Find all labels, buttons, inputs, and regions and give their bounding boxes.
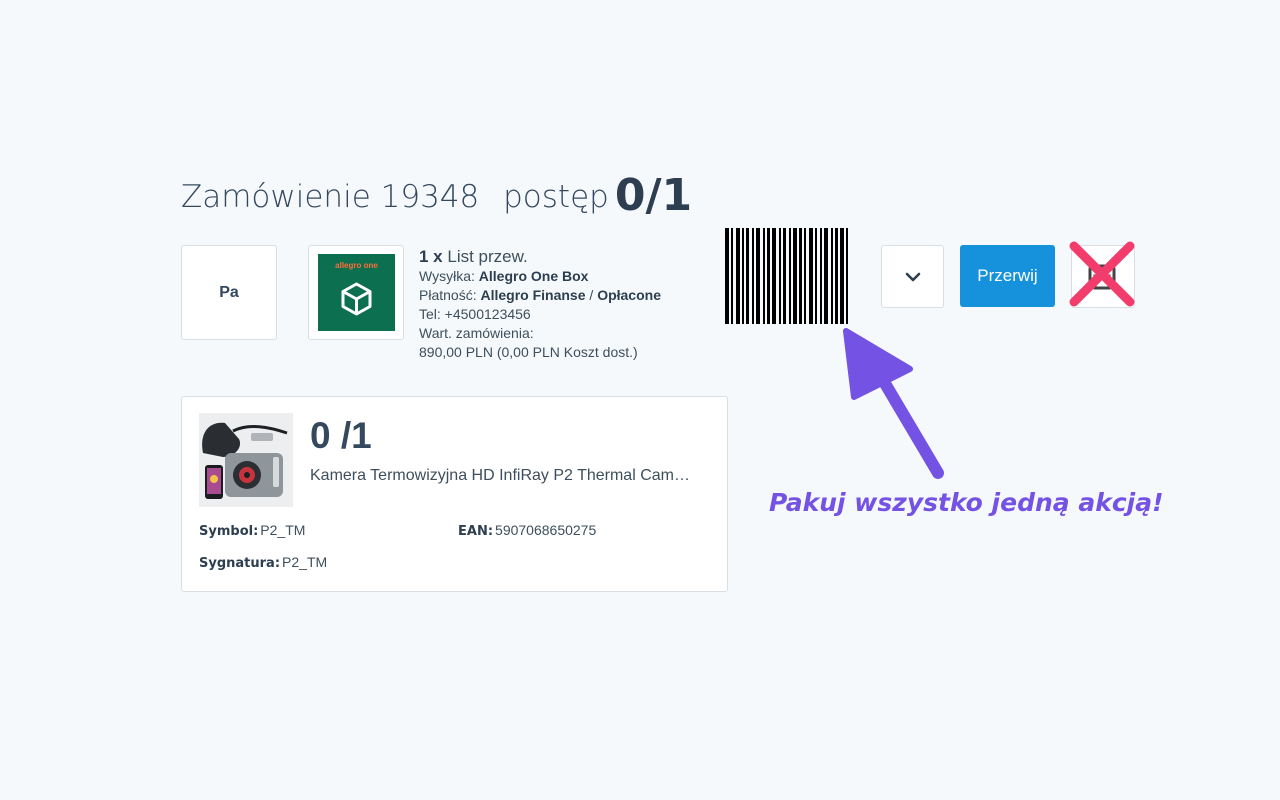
carrier-brand-text: allegro one — [335, 261, 378, 270]
barcode-bar — [746, 228, 749, 324]
barcode-bar — [756, 228, 760, 324]
shipment-info: 1 x List przew. Wysyłka: Allegro One Box… — [419, 247, 661, 362]
barcode-bar — [809, 228, 813, 324]
order-number: 19348 — [380, 179, 480, 215]
barcode-bar — [835, 228, 838, 324]
order-value: 890,00 PLN (0,00 PLN Koszt dost.) — [419, 344, 638, 360]
barcode-bar — [767, 228, 770, 324]
packer-box-label: Pa — [219, 283, 239, 301]
barcode-bar — [824, 228, 828, 324]
barcode-bar — [793, 228, 797, 324]
dropdown-button[interactable] — [881, 245, 944, 308]
callout-text: Pakuj wszystko jedną akcją! — [769, 488, 1164, 517]
signature-value: P2_TM — [282, 554, 328, 570]
phone-line: Tel: +4500123456 — [419, 306, 531, 322]
barcode-bar — [731, 228, 733, 324]
shipping-label: Wysyłka: — [419, 268, 475, 284]
order-title: Zamówienie 19348 postęp 0/1 — [181, 170, 692, 221]
ean-label: EAN: — [458, 524, 494, 539]
carrier-box: allegro one — [308, 245, 404, 340]
barcode-graphic — [725, 228, 856, 324]
shipment-item: List przew. — [447, 247, 528, 266]
barcode-bar — [783, 228, 786, 324]
payment-label: Płatność: — [419, 287, 477, 303]
barcode-bar — [831, 228, 833, 324]
barcode-bar — [846, 228, 848, 324]
symbol-field: Symbol: P2_TM — [199, 522, 305, 539]
barcode-bar — [815, 228, 817, 324]
arrow-up-left-icon — [843, 328, 944, 479]
product-image — [199, 413, 293, 507]
shipping-line: Wysyłka: Allegro One Box — [419, 267, 661, 286]
barcode-bar — [789, 228, 791, 324]
payment-method: Allegro Finanse — [480, 287, 586, 303]
shipping-value: Allegro One Box — [478, 268, 589, 284]
signature-field: Sygnatura: P2_TM — [199, 554, 327, 571]
stop-button[interactable]: Przerwij — [960, 245, 1055, 307]
symbol-label: Symbol: — [199, 524, 259, 539]
stop-button-label: Przerwij — [977, 266, 1038, 285]
order-value-label: Wart. zamówienia: — [419, 325, 534, 341]
barcode-bar — [772, 228, 776, 324]
shipment-item-line: 1 x List przew. — [419, 247, 661, 267]
product-qty: 0 /1 — [310, 415, 372, 456]
order-title-prefix: Zamówienie — [181, 179, 371, 215]
barcode-bar — [804, 228, 806, 324]
chevron-down-icon — [905, 272, 920, 281]
payment-line: Płatność: Allegro Finanse / Opłacone — [419, 286, 661, 305]
barcode-bar — [840, 228, 844, 324]
product-name: Kamera Termowizyjna HD InfiRay P2 Therma… — [310, 467, 690, 484]
barcode-bar — [779, 228, 781, 324]
signature-label: Sygnatura: — [199, 556, 281, 571]
progress-label: postęp — [503, 179, 609, 215]
ean-value: 5907068650275 — [495, 522, 597, 538]
cross-out-mark — [1069, 241, 1135, 307]
progress-value: 0/1 — [614, 170, 693, 221]
allegro-one-box-logo: allegro one — [318, 254, 395, 331]
packer-box[interactable]: Pa — [181, 245, 277, 340]
product-card: 0 /1 Kamera Termowizyjna HD InfiRay P2 T… — [181, 396, 728, 592]
symbol-value: P2_TM — [260, 522, 306, 538]
payment-status: Opłacone — [597, 287, 661, 303]
barcode-bar — [736, 228, 740, 324]
barcode-bar — [820, 228, 822, 324]
payment-separator: / — [589, 287, 594, 303]
ean-field: EAN: 5907068650275 — [458, 522, 596, 539]
barcode-bar — [742, 228, 744, 324]
box-icon — [341, 282, 372, 316]
barcode-bar — [725, 228, 729, 324]
shipment-qty: 1 x — [419, 247, 443, 266]
barcode-bar — [752, 228, 754, 324]
barcode-bar — [799, 228, 802, 324]
barcode-bar — [763, 228, 765, 324]
